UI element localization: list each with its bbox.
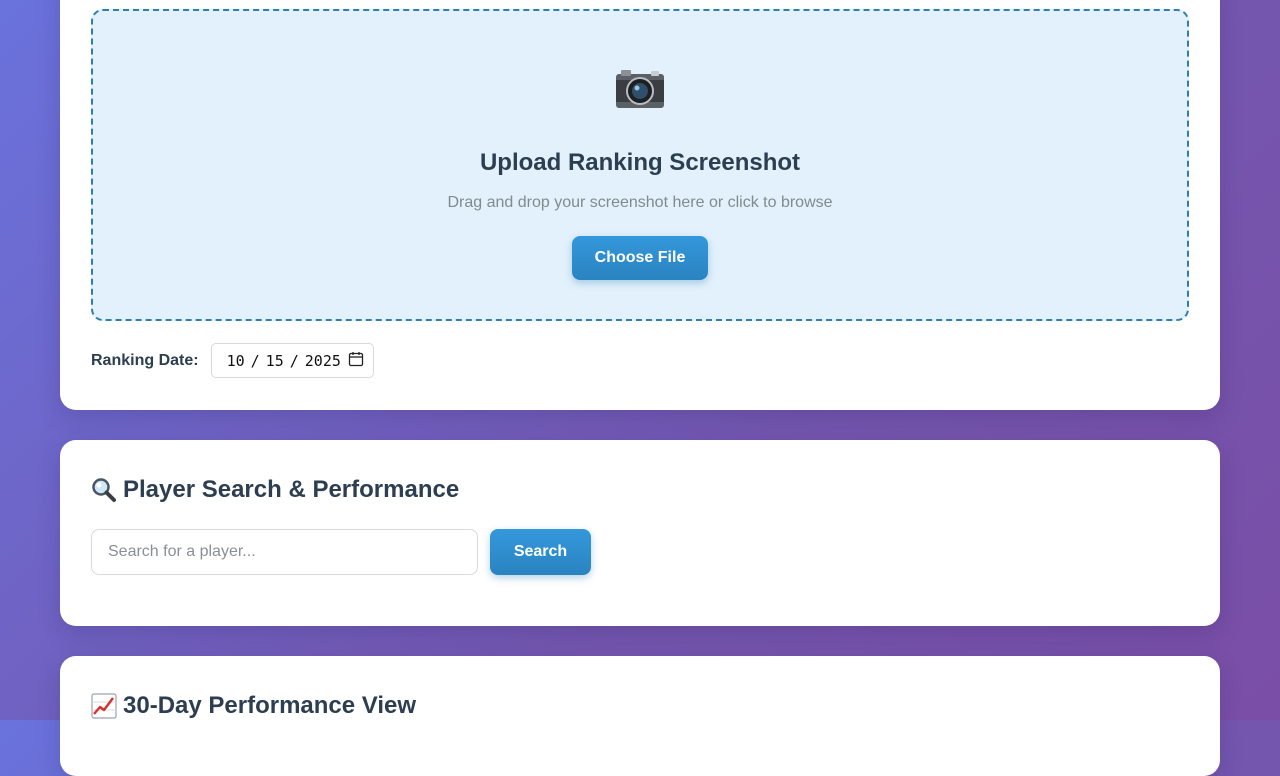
date-separator: /: [250, 351, 260, 370]
upload-title: Upload Ranking Screenshot: [479, 149, 801, 176]
search-button[interactable]: Search: [490, 529, 591, 575]
calendar-icon[interactable]: [348, 351, 364, 371]
performance-heading: 30-Day Performance View: [91, 692, 416, 720]
player-search-input[interactable]: [91, 529, 478, 575]
upload-dropzone[interactable]: Upload Ranking Screenshot Drag and drop …: [91, 9, 1189, 321]
choose-file-button[interactable]: Choose File: [572, 236, 708, 280]
ranking-date-input[interactable]: 10 / 15 / 2025: [210, 343, 374, 378]
performance-title: 30-Day Performance View: [123, 692, 417, 719]
ranking-date-label: Ranking Date:: [91, 351, 199, 369]
date-year[interactable]: 2025: [305, 352, 341, 370]
date-separator: /: [289, 351, 299, 370]
camera-icon: [93, 69, 1187, 119]
player-search-heading: Player Search & Performance: [91, 476, 459, 504]
player-search-card: Player Search & Performance Search: [60, 440, 1220, 626]
date-day[interactable]: 15: [266, 352, 284, 370]
ranking-date-row: Ranking Date: 10 / 15 / 2025: [91, 342, 374, 379]
chart-increasing-icon: [91, 693, 117, 719]
upload-subtitle: Drag and drop your screenshot here or cl…: [447, 194, 833, 211]
magnifier-icon: [91, 477, 117, 503]
date-month[interactable]: 10: [227, 352, 245, 370]
performance-card: 30-Day Performance View: [60, 656, 1220, 776]
player-search-title: Player Search & Performance: [123, 476, 460, 503]
upload-card: Upload Ranking Screenshot Drag and drop …: [60, 0, 1220, 410]
